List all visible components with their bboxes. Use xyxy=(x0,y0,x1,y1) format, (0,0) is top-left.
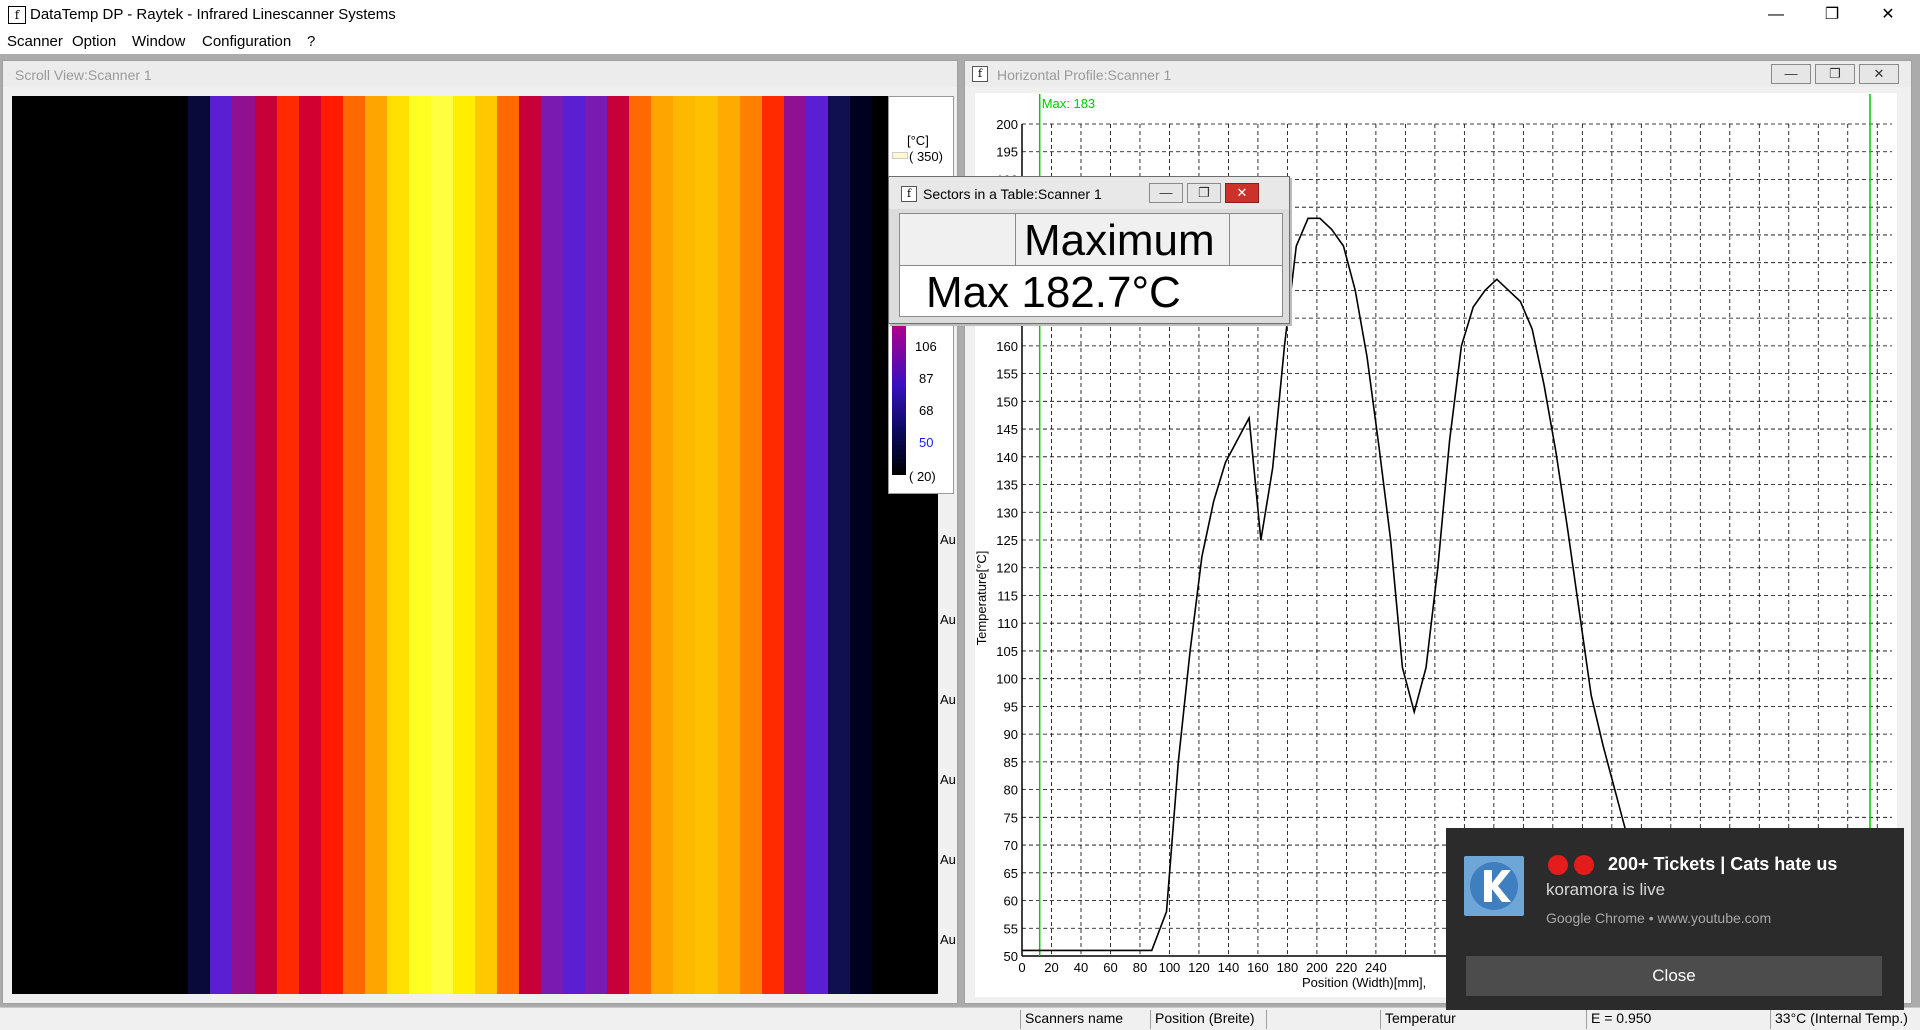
notification-subtitle: koramora is live xyxy=(1546,880,1666,899)
sectors-table: Maximum Max 182.7°C xyxy=(899,213,1283,317)
status-scanners-name: Scanners name xyxy=(1020,1010,1150,1029)
sectors-minimize-button[interactable]: — xyxy=(1149,183,1183,203)
max-marker-label: Max: 183 xyxy=(1042,96,1095,111)
sectors-window: f Sectors in a Table:Scanner 1 — ❐ ✕ Max… xyxy=(888,176,1290,324)
x-tick-label: 120 xyxy=(1188,960,1210,975)
y-tick-label: 140 xyxy=(996,450,1018,465)
x-axis-label: Position (Width)[mm], xyxy=(1302,975,1426,990)
y-tick-label: 135 xyxy=(996,478,1018,493)
x-tick-label: 180 xyxy=(1277,960,1299,975)
sectors-empty-header xyxy=(1230,214,1282,266)
status-emissivity: E = 0.950 xyxy=(1586,1010,1770,1029)
y-tick-label: 150 xyxy=(996,394,1018,409)
status-bar: Scanners name Position (Breite) Temperat… xyxy=(0,1007,1920,1030)
red-dot-icon xyxy=(1574,855,1594,875)
y-tick-label: 90 xyxy=(1004,727,1018,742)
y-tick-label: 200 xyxy=(996,117,1018,132)
x-tick-label: 80 xyxy=(1133,960,1147,975)
x-tick-label: 100 xyxy=(1159,960,1181,975)
notification-title: 200+ Tickets | Cats hate us xyxy=(1608,854,1838,874)
x-tick-label: 140 xyxy=(1218,960,1240,975)
x-tick-label: 200 xyxy=(1306,960,1328,975)
x-tick-label: 0 xyxy=(1018,960,1025,975)
y-tick-label: 120 xyxy=(996,561,1018,576)
y-tick-label: 110 xyxy=(997,616,1018,631)
y-axis-label: Temperature[°C] xyxy=(974,551,989,646)
y-tick-label: 85 xyxy=(1004,755,1018,770)
channel-avatar xyxy=(1464,856,1524,916)
sectors-close-button[interactable]: ✕ xyxy=(1225,183,1259,203)
k-logo-icon xyxy=(1470,862,1518,910)
y-tick-label: 65 xyxy=(1004,866,1018,881)
y-tick-label: 195 xyxy=(996,145,1018,160)
y-tick-label: 80 xyxy=(1004,783,1018,798)
sectors-value: Max 182.7°C xyxy=(926,268,1181,317)
status-empty xyxy=(1266,1010,1380,1029)
y-tick-label: 70 xyxy=(1004,838,1018,853)
sectors-header: Maximum xyxy=(1024,216,1215,265)
status-internal-temp: 33°C (Internal Temp.) xyxy=(1770,1010,1920,1029)
y-tick-label: 50 xyxy=(1004,949,1018,964)
x-tick-label: 240 xyxy=(1365,960,1387,975)
x-tick-label: 220 xyxy=(1336,960,1358,975)
red-dot-icon xyxy=(1548,855,1568,875)
app-window: f DataTemp DP - Raytek - Infrared Linesc… xyxy=(0,0,1920,1030)
y-tick-label: 160 xyxy=(996,339,1018,354)
status-position: Position (Breite) xyxy=(1150,1010,1266,1029)
sectors-titlebar[interactable]: f Sectors in a Table:Scanner 1 — ❐ ✕ xyxy=(889,177,1289,209)
x-tick-label: 60 xyxy=(1103,960,1117,975)
y-tick-label: 130 xyxy=(996,505,1018,520)
y-tick-label: 55 xyxy=(1004,921,1018,936)
status-temperature: Temperatur xyxy=(1380,1010,1586,1029)
y-tick-label: 75 xyxy=(1004,810,1018,825)
y-tick-label: 95 xyxy=(1004,699,1018,714)
y-tick-label: 115 xyxy=(997,588,1018,603)
notification-source: Google Chrome • www.youtube.com xyxy=(1546,910,1772,926)
y-tick-label: 155 xyxy=(996,367,1018,382)
y-tick-label: 105 xyxy=(996,644,1018,659)
sectors-corner-cell xyxy=(900,214,1016,266)
y-tick-label: 60 xyxy=(1004,894,1018,909)
x-tick-label: 20 xyxy=(1044,960,1058,975)
x-tick-label: 160 xyxy=(1247,960,1269,975)
chrome-notification[interactable]: 200+ Tickets | Cats hate us koramora is … xyxy=(1446,828,1904,1010)
y-tick-label: 100 xyxy=(996,672,1018,687)
sectors-restore-button[interactable]: ❐ xyxy=(1187,183,1221,203)
notification-close-button[interactable]: Close xyxy=(1466,956,1882,996)
x-tick-label: 40 xyxy=(1074,960,1088,975)
window-icon: f xyxy=(901,186,917,202)
y-tick-label: 125 xyxy=(996,533,1018,548)
y-tick-label: 145 xyxy=(996,422,1018,437)
sectors-title: Sectors in a Table:Scanner 1 xyxy=(923,186,1102,202)
